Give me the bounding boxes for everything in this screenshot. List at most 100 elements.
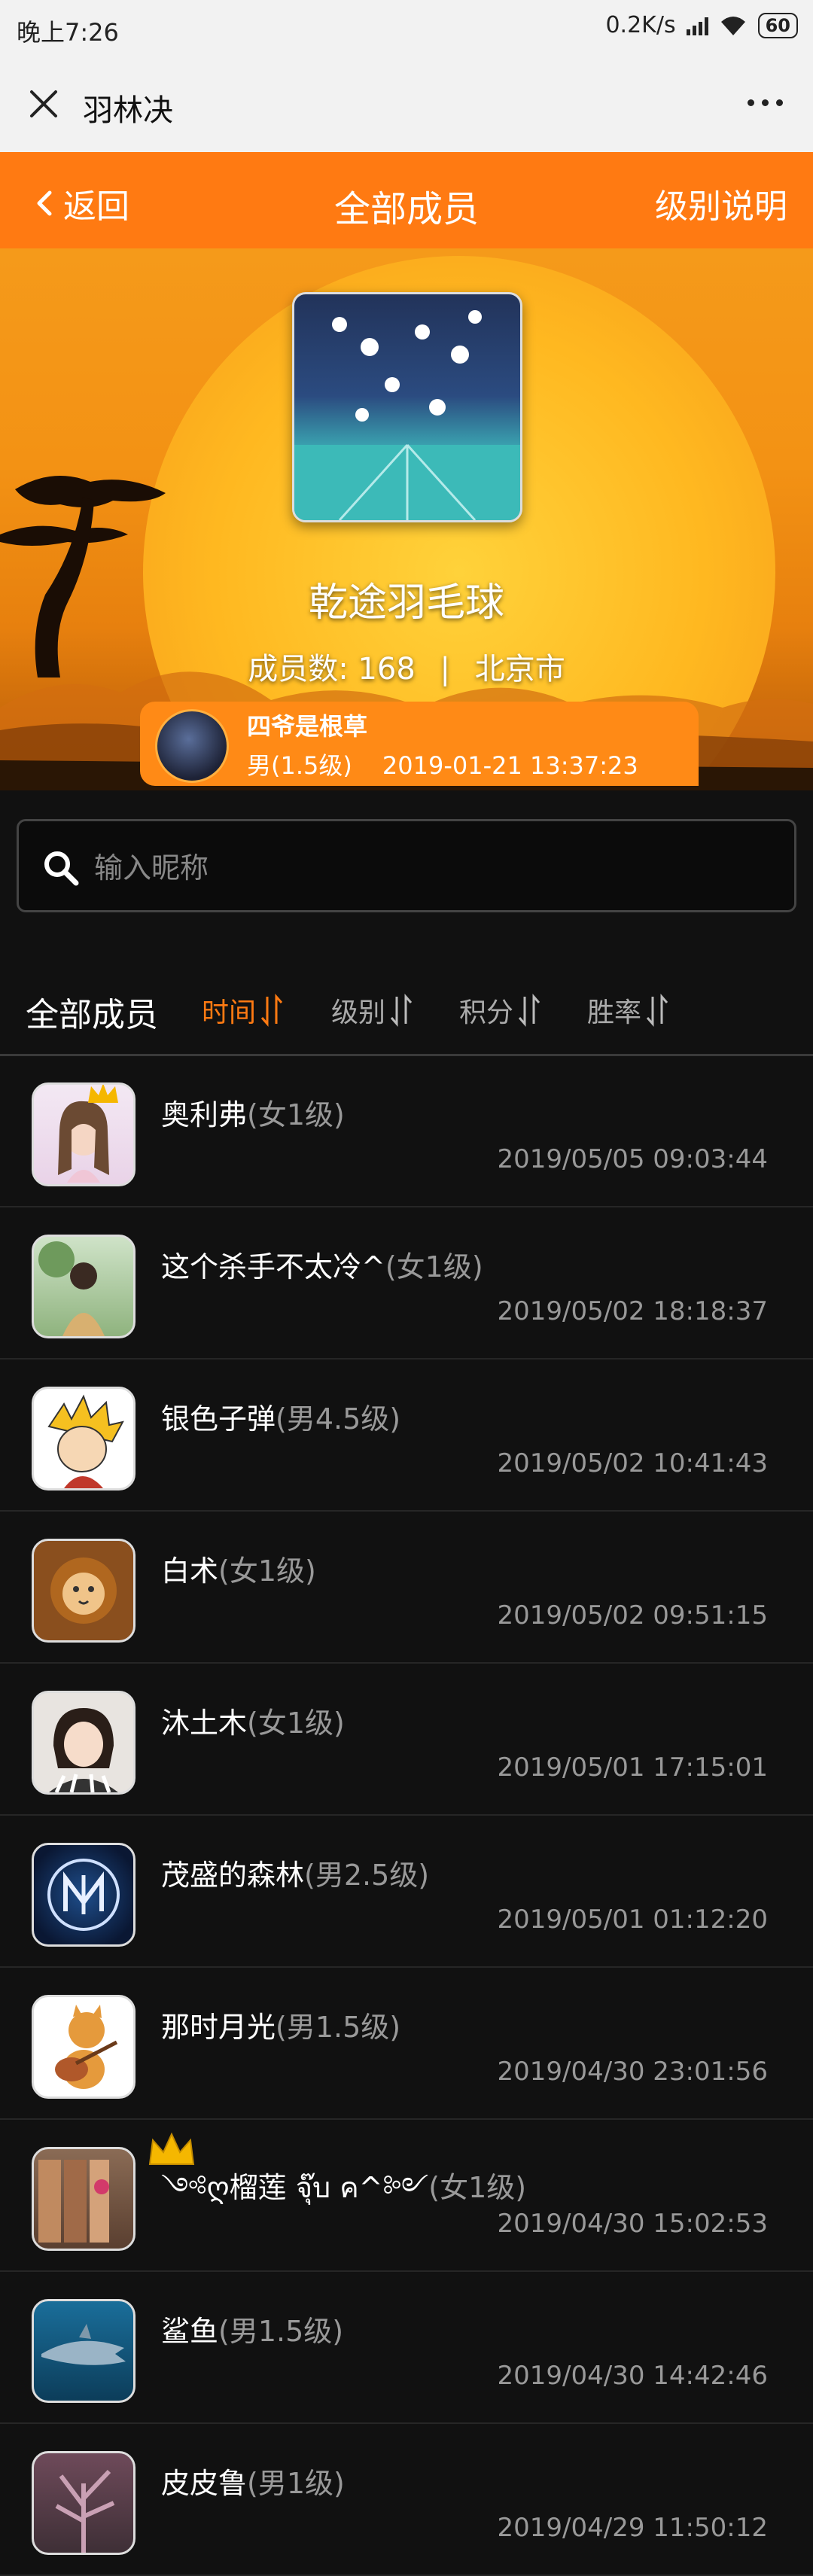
search-box [17, 819, 796, 912]
member-row[interactable]: 那时月光(男1.5级) 2019/04/30 23:01:56 [0, 1968, 813, 2120]
wifi-icon [720, 16, 745, 35]
all-members-label: 全部成员 [26, 996, 158, 1034]
network-speed: 0.2K/s [605, 12, 676, 38]
member-level: (男4.5级) [276, 1402, 401, 1436]
owner-joined-time: 2019-01-21 13:37:23 [382, 751, 638, 780]
member-join-time: 2019/05/05 09:03:44 [497, 1144, 768, 1174]
sort-arrows-icon [646, 994, 668, 1027]
close-icon[interactable] [26, 86, 62, 122]
member-row[interactable]: 茂盛的森林(男2.5级) 2019/05/01 01:12:20 [0, 1816, 813, 1968]
member-name-line: 银色子弹(男4.5级) [161, 1396, 400, 1437]
member-join-time: 2019/05/02 09:51:15 [497, 1600, 768, 1631]
sort-by-level[interactable]: 级别 [331, 991, 414, 1030]
member-name-line: 皮皮鲁(男1级) [161, 2460, 345, 2501]
member-avatar [32, 2132, 195, 2251]
member-row[interactable]: 银色子弹(男4.5级) 2019/05/02 10:41:43 [0, 1360, 813, 1512]
member-name: 银色子弹 [161, 1402, 276, 1436]
member-level: (女1级) [428, 2171, 527, 2204]
member-level: (男1级) [247, 2467, 345, 2500]
member-level: (女1级) [385, 1250, 483, 1283]
sort-arrows-icon [390, 994, 413, 1027]
member-avatar [32, 1235, 136, 1338]
member-name-line: 茂盛的森林(男2.5级) [161, 1852, 429, 1893]
member-row[interactable]: 这个杀手不太冷^(女1级) 2019/05/02 18:18:37 [0, 1207, 813, 1360]
member-name: 奥利弗 [161, 1098, 248, 1131]
sort-by-win-rate[interactable]: 胜率 [587, 991, 670, 1030]
member-name: ༺ღ榴莲 จุ๊บ ค^༻ [161, 2171, 429, 2204]
member-avatar [32, 1843, 136, 1947]
member-avatar [32, 1691, 136, 1795]
back-button[interactable]: 返回 [33, 179, 129, 227]
owner-card[interactable]: 四爷是根草 男(1.5级) 2019-01-21 13:37:23 [140, 702, 699, 786]
member-level: (女1级) [247, 1707, 345, 1740]
group-header: 乾途羽毛球 成员数: 168 | 北京市 四爷是根草 男(1.5级) 2019-0… [0, 248, 813, 790]
wechat-app-title: 羽林决 [83, 93, 173, 128]
member-join-time: 2019/04/30 14:42:46 [497, 2361, 768, 2391]
group-city: 北京市 [474, 652, 565, 687]
member-name: 茂盛的森林 [161, 1859, 305, 1892]
group-name: 乾途羽毛球 [308, 580, 504, 626]
member-join-time: 2019/04/30 15:02:53 [497, 2209, 768, 2239]
member-name: 沐土木 [161, 1707, 248, 1740]
level-help-button[interactable]: 级别说明 [655, 179, 787, 227]
sort-by-time[interactable]: 时间 [202, 991, 285, 1030]
member-join-time: 2019/04/30 23:01:56 [497, 2057, 768, 2087]
member-avatar [32, 1539, 136, 1643]
member-row[interactable]: ༺ღ榴莲 จุ๊บ ค^༻(女1级) 2019/04/30 15:02:53 [0, 2120, 813, 2272]
member-count: 成员数: 168 [248, 652, 416, 687]
chevron-left-icon [37, 190, 52, 216]
owner-name: 四爷是根草 [247, 712, 368, 741]
member-avatar [32, 1082, 136, 1186]
sort-label: 积分 [459, 997, 514, 1028]
sort-by-points[interactable]: 积分 [459, 991, 542, 1030]
member-row[interactable]: 白术(女1级) 2019/05/02 09:51:15 [0, 1512, 813, 1664]
member-level: (男1.5级) [276, 2011, 401, 2044]
sort-bar: 全部成员 时间 级别 积分 胜率 [0, 964, 813, 1056]
member-name-line: 那时月光(男1.5级) [161, 2004, 400, 2045]
member-name: 那时月光 [161, 2011, 276, 2044]
group-avatar[interactable] [292, 292, 522, 522]
owner-info: 男(1.5级) 2019-01-21 13:37:23 [247, 747, 638, 781]
sort-label: 级别 [331, 997, 386, 1028]
member-avatar [32, 1387, 136, 1490]
member-name-line: 奥利弗(女1级) [161, 1092, 345, 1133]
member-row[interactable]: 皮皮鲁(男1级) 2019/04/29 11:50:12 [0, 2424, 813, 2576]
sort-arrows-icon [518, 994, 540, 1027]
member-avatar [32, 2299, 136, 2403]
sort-label: 时间 [202, 997, 257, 1028]
more-options-icon[interactable] [748, 99, 783, 106]
badminton-court-image [294, 310, 520, 520]
member-name-line: 白术(女1级) [161, 1548, 316, 1589]
member-name-line: 沐土木(女1级) [161, 1700, 345, 1741]
crown-icon [88, 1085, 118, 1103]
member-join-time: 2019/05/02 18:18:37 [497, 1296, 768, 1326]
group-meta: 成员数: 168 | 北京市 [0, 644, 813, 688]
member-level: (女1级) [247, 1098, 345, 1131]
page-nav-bar: 返回 全部成员 级别说明 [0, 152, 813, 248]
member-join-time: 2019/05/02 10:41:43 [497, 1448, 768, 1478]
back-label: 返回 [63, 187, 129, 226]
wechat-title-bar: 羽林决 [0, 57, 813, 152]
status-indicators: 0.2K/s 60 [605, 12, 798, 38]
sort-arrows-icon [260, 994, 283, 1027]
meta-divider: | [440, 652, 451, 687]
owner-avatar [155, 709, 229, 783]
member-join-time: 2019/05/01 17:15:01 [497, 1752, 768, 1783]
member-avatar [32, 1995, 136, 2099]
member-level: (男1.5级) [218, 2315, 344, 2348]
status-bar: 晚上7:26 0.2K/s 60 [0, 0, 813, 57]
status-time: 晚上7:26 [17, 18, 119, 47]
member-row[interactable]: 沐土木(女1级) 2019/05/01 17:15:01 [0, 1664, 813, 1816]
member-name: 鲨鱼 [161, 2315, 219, 2348]
member-level: (女1级) [218, 1554, 316, 1588]
member-row[interactable]: 奥利弗(女1级) 2019/05/05 09:03:44 [0, 1055, 813, 1207]
member-name: 白术 [161, 1554, 219, 1588]
member-join-time: 2019/04/29 11:50:12 [497, 2513, 768, 2543]
owner-level: 男(1.5级) [247, 751, 352, 780]
sort-label: 胜率 [587, 997, 642, 1028]
member-avatar [32, 2451, 136, 2555]
member-row[interactable]: 鲨鱼(男1.5级) 2019/04/30 14:42:46 [0, 2272, 813, 2424]
nickname-search-input[interactable] [93, 839, 773, 897]
member-join-time: 2019/05/01 01:12:20 [497, 1905, 768, 1935]
member-name-line: 鲨鱼(男1.5级) [161, 2308, 343, 2349]
